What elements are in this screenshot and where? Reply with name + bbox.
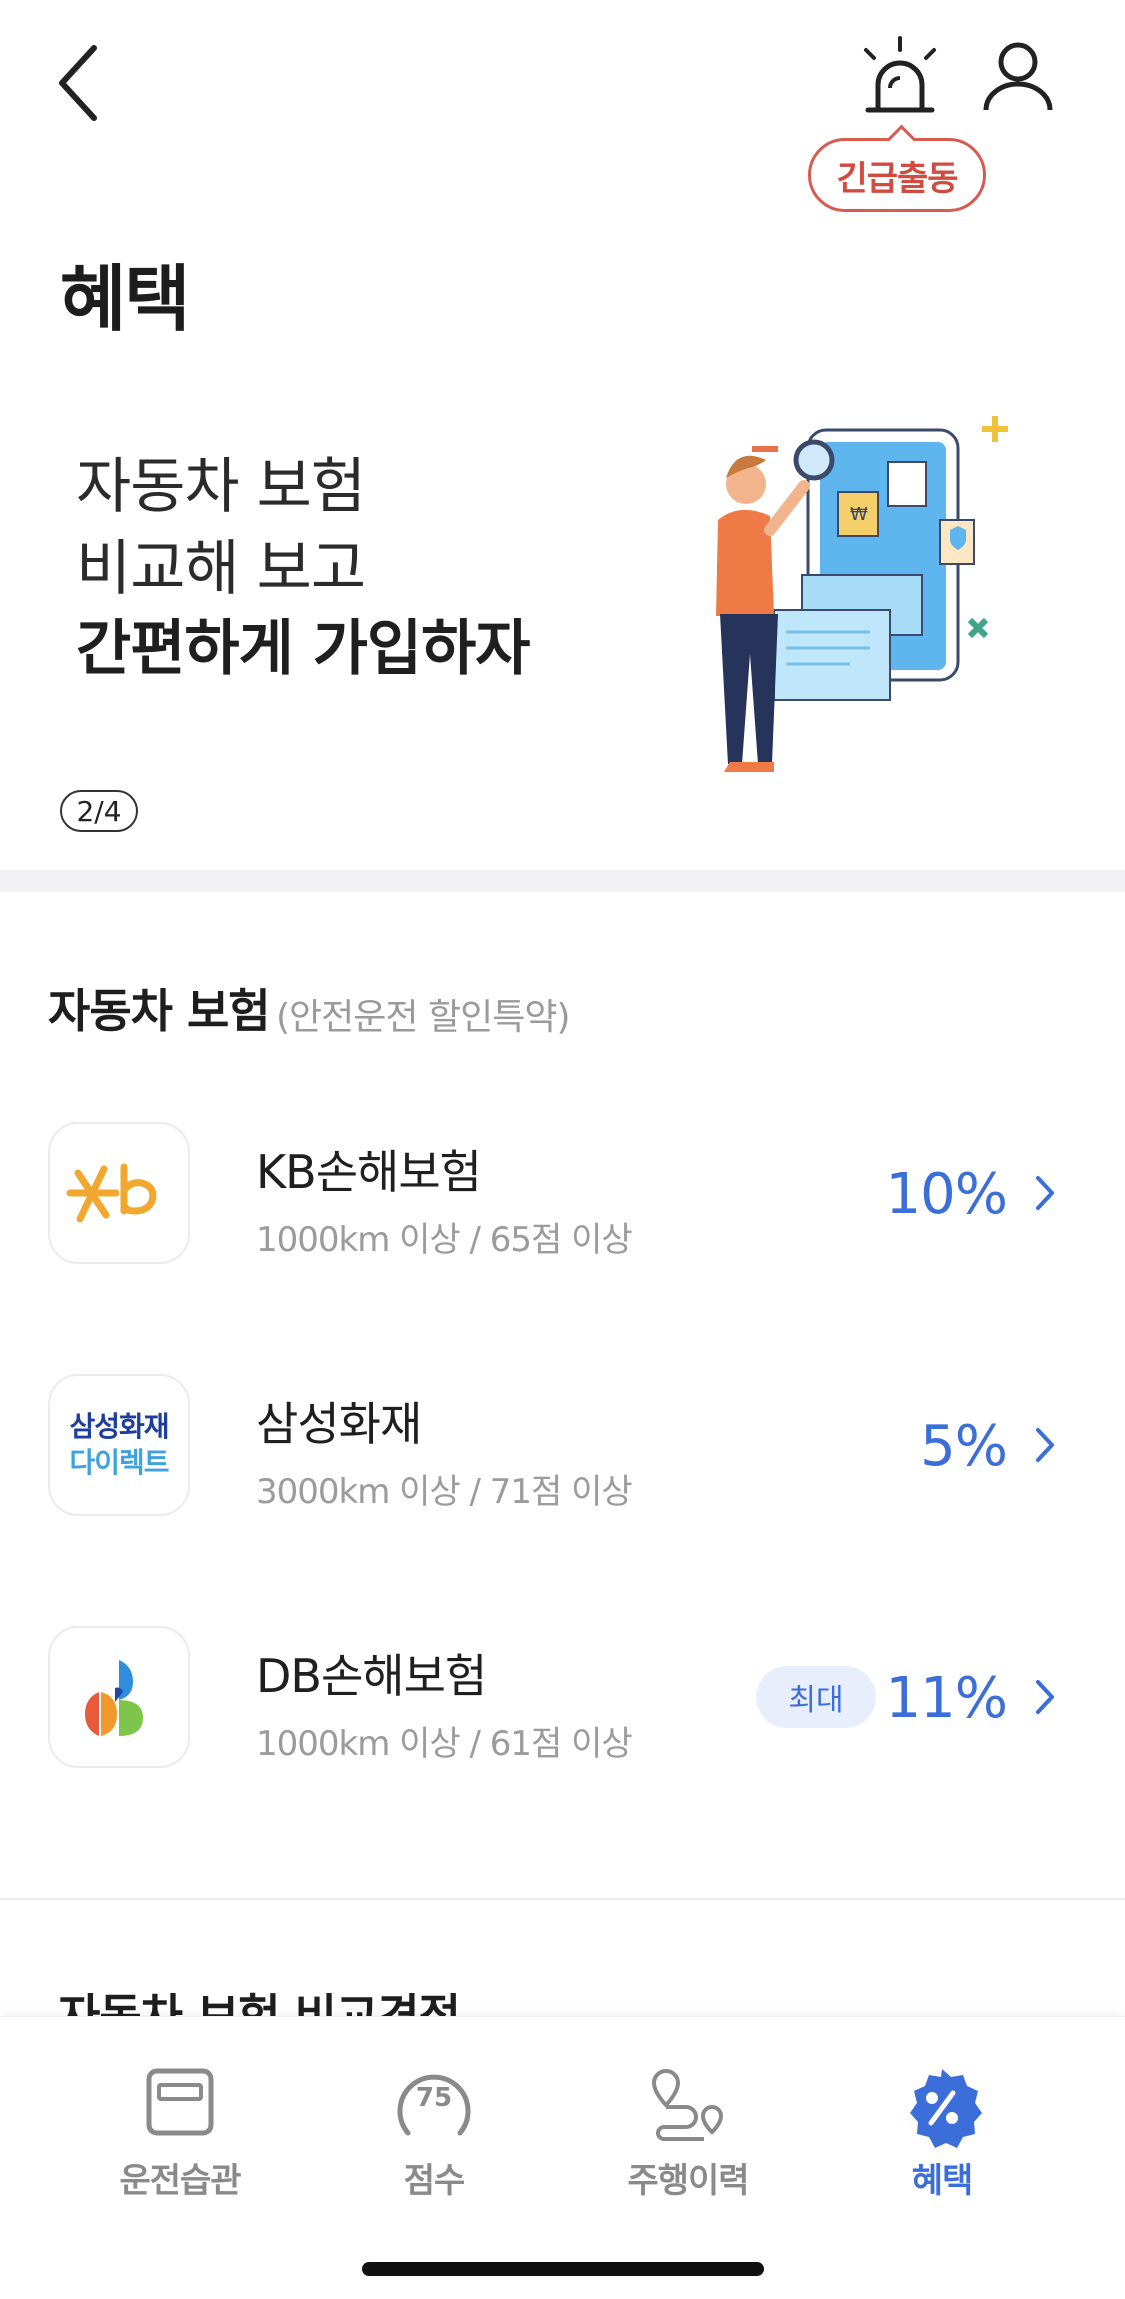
section-subtitle: (안전운전 할인특약): [276, 997, 570, 1038]
chevron-right-icon: [1036, 1680, 1054, 1714]
section-title: 자동차 보험: [48, 984, 271, 1038]
page-title: 혜택: [60, 257, 190, 341]
discount-rate: 10%: [885, 1162, 1008, 1227]
card-icon: [146, 2068, 214, 2136]
nav-label: 점수: [403, 2161, 466, 2201]
insurer-condition: 1000km 이상 / 61점 이상: [256, 1724, 633, 1764]
kb-logo-icon: [66, 1163, 157, 1223]
bottom-navigation: 운전습관 75 점수 주행이력 혜택: [0, 2016, 1125, 2299]
insurer-row-db[interactable]: DB손해보험 1000km 이상 / 61점 이상 최대 11%: [0, 1626, 1125, 1786]
samsung-logo: 삼성화재 다이렉트: [48, 1374, 190, 1516]
gauge-icon: 75: [394, 2067, 474, 2137]
nav-tab-score[interactable]: 75 점수: [334, 2041, 534, 2201]
back-button[interactable]: [52, 38, 112, 128]
banner-text-line: 자동차 보험: [76, 452, 366, 522]
insurer-row-samsung[interactable]: 삼성화재 다이렉트 삼성화재 3000km 이상 / 71점 이상 5%: [0, 1374, 1125, 1534]
insurer-condition: 3000km 이상 / 71점 이상: [256, 1472, 633, 1512]
chevron-left-icon: [59, 45, 97, 121]
kb-logo: [48, 1122, 190, 1264]
siren-icon: [864, 36, 936, 113]
percent-badge-icon: [910, 2069, 982, 2148]
banner-page-indicator: 2/4: [60, 790, 138, 832]
insurer-name: KB손해보험: [256, 1145, 482, 1199]
db-logo: [48, 1626, 190, 1768]
samsung-logo-text: 다이렉트: [69, 1446, 169, 1479]
samsung-logo-text: 삼성화재: [69, 1410, 169, 1443]
insurer-name: DB손해보험: [256, 1649, 487, 1703]
home-indicator: [362, 2262, 764, 2276]
nav-tab-benefit[interactable]: 혜택: [842, 2041, 1042, 2201]
banner-text-highlight: 간편하게 가입하자: [76, 614, 530, 684]
divider: [0, 1898, 1125, 1900]
max-badge: 최대: [756, 1666, 876, 1728]
insurer-row-kb[interactable]: KB손해보험 1000km 이상 / 65점 이상 10%: [0, 1122, 1125, 1282]
banner-text-line: 비교해 보고: [76, 534, 366, 604]
db-logo-icon: [85, 1660, 143, 1736]
person-with-phone-illustration: ₩: [716, 416, 1008, 772]
nav-tab-driving-history[interactable]: 주행이력: [588, 2041, 788, 2201]
emergency-badge[interactable]: 긴급출동: [808, 138, 986, 212]
nav-label: 운전습관: [119, 2161, 241, 2201]
route-icon: [651, 2068, 724, 2141]
section-divider: [0, 870, 1125, 892]
nav-label: 주행이력: [627, 2161, 749, 2201]
svg-text:₩: ₩: [850, 504, 868, 525]
discount-rate: 11%: [885, 1666, 1008, 1731]
nav-tab-driving-habit[interactable]: 운전습관: [80, 2041, 280, 2201]
score-value: 75: [415, 2083, 453, 2113]
chevron-right-icon: [1036, 1176, 1054, 1210]
banner-illustration[interactable]: ₩: [690, 400, 1030, 780]
profile-button[interactable]: [978, 38, 1058, 118]
user-icon: [983, 42, 1053, 111]
insurer-name: 삼성화재: [256, 1397, 422, 1451]
emergency-siren-button[interactable]: [850, 30, 950, 120]
insurer-condition: 1000km 이상 / 65점 이상: [256, 1220, 633, 1260]
discount-rate: 5%: [920, 1414, 1008, 1479]
nav-label: 혜택: [911, 2161, 974, 2201]
chevron-right-icon: [1036, 1428, 1054, 1462]
